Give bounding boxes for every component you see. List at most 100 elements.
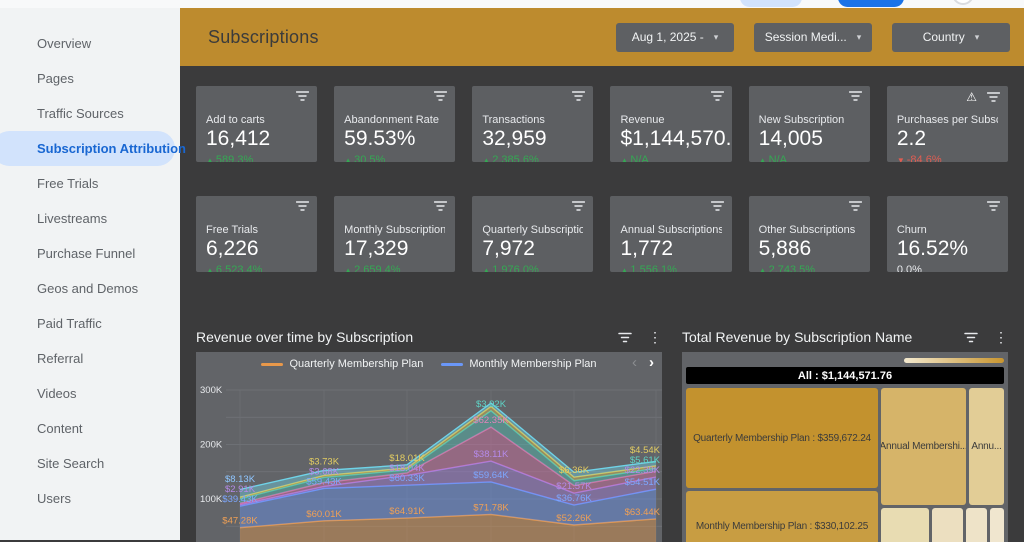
sidebar-item-content[interactable]: Content	[0, 411, 180, 446]
revenue-chart-body: Quarterly Membership Plan Monthly Members…	[196, 352, 662, 542]
svg-text:$22.39K: $22.39K	[625, 465, 661, 476]
filter-icon[interactable]	[572, 91, 585, 101]
treemap-title: Total Revenue by Subscription Name	[682, 329, 912, 345]
filter-icon[interactable]	[849, 91, 862, 101]
legend-label: Quarterly Membership Plan	[289, 358, 423, 370]
kpi-value: 16,412	[206, 127, 307, 151]
kpi-label: Free Trials	[206, 224, 307, 236]
legend-label: Monthly Membership Plan	[469, 358, 596, 370]
treemap-cell-annu[interactable]: Annu...	[969, 388, 1004, 505]
legend-next-icon[interactable]: ›	[649, 355, 654, 371]
kpi-label: Other Subscriptions	[759, 224, 860, 236]
svg-text:$62.35K: $62.35K	[473, 415, 509, 426]
sidebar-item-videos[interactable]: Videos	[0, 376, 180, 411]
sidebar-item-livestreams[interactable]: Livestreams	[0, 201, 180, 236]
filter-icon[interactable]	[572, 201, 585, 211]
sidebar-item-free-trials[interactable]: Free Trials	[0, 166, 180, 201]
filter-dropdown-aug-1-2025[interactable]: Aug 1, 2025 -▾	[616, 23, 734, 52]
sidebar-item-geos-and-demos[interactable]: Geos and Demos	[0, 271, 180, 306]
svg-text:$59.64K: $59.64K	[473, 470, 509, 481]
arrow-up-icon: ▲	[344, 156, 352, 162]
kpi-value: 5,886	[759, 237, 860, 261]
kpi-delta: ▲1,976.0%	[482, 264, 583, 272]
svg-text:100K: 100K	[200, 494, 223, 505]
revenue-over-time-panel: Revenue over time by Subscription ⋮ Quar…	[196, 324, 662, 542]
sidebar-item-purchase-funnel[interactable]: Purchase Funnel	[0, 236, 180, 271]
arrow-up-icon: ▲	[759, 266, 767, 272]
kpi-value: 7,972	[482, 237, 583, 261]
primary-pill-button[interactable]	[838, 0, 904, 7]
sidebar-item-overview[interactable]: Overview	[0, 26, 180, 61]
kpi-delta: ▲2,743.5%	[759, 264, 860, 272]
kpi-delta: ▼-84.6%	[897, 154, 998, 162]
kpi-card-annual-subscriptions: Annual Subscriptions1,772▲1,556.1%	[610, 196, 731, 272]
filter-icon[interactable]	[434, 91, 447, 101]
filter-icon[interactable]	[711, 201, 724, 211]
filter-icon[interactable]	[296, 201, 309, 211]
kpi-card-purchases-per-subscriber: ⚠Purchases per Subscriber2.2▼-84.6%	[887, 86, 1008, 162]
treemap-cell-label: Quarterly Membership Plan : $359,672.24	[693, 433, 871, 444]
kpi-delta: ▲N/A	[620, 154, 721, 162]
svg-text:$60.01K: $60.01K	[306, 509, 342, 520]
top-toolbar-strip	[0, 0, 1024, 8]
filter-dropdown-label: Country	[923, 30, 965, 44]
kebab-menu-icon[interactable]: ⋮	[994, 330, 1008, 344]
filter-icon[interactable]	[987, 201, 1000, 211]
kpi-delta: 0.0%	[897, 264, 998, 272]
filter-icon[interactable]	[618, 332, 632, 343]
sidebar-item-referral[interactable]: Referral	[0, 341, 180, 376]
treemap-body: All : $1,144,571.76 Quarterly Membership…	[682, 352, 1008, 542]
treemap-cell-quarterly-membership-plan[interactable]: Quarterly Membership Plan : $359,672.24	[686, 388, 878, 488]
sidebar-item-users[interactable]: Users	[0, 481, 180, 516]
filter-icon[interactable]	[849, 201, 862, 211]
treemap-root-cell[interactable]: All : $1,144,571.76	[686, 367, 1004, 384]
filter-icon[interactable]	[434, 201, 447, 211]
kpi-value: $1,144,570.76	[620, 127, 721, 151]
kpi-card-free-trials: Free Trials6,226▲6,523.4%	[196, 196, 317, 272]
sidebar-item-pages[interactable]: Pages	[0, 61, 180, 96]
treemap-cell-m[interactable]: M...	[966, 508, 987, 542]
sidebar-item-paid-traffic[interactable]: Paid Traffic	[0, 306, 180, 341]
filter-icon[interactable]	[987, 92, 1000, 102]
filter-dropdown-session-medi[interactable]: Session Medi... ▾	[754, 23, 872, 52]
filter-icon[interactable]	[296, 91, 309, 101]
warning-icon: ⚠	[966, 91, 977, 103]
dashboard-content: Add to carts16,412▲589.3%Abandonment Rat…	[180, 66, 1024, 540]
chevron-down-icon: ▾	[975, 32, 980, 43]
treemap-cell-ann[interactable]: Ann...	[932, 508, 963, 542]
legend-item-quarterly-membership-plan: Quarterly Membership Plan	[261, 358, 423, 370]
treemap-cell-s[interactable]: S...	[990, 508, 1004, 542]
svg-text:$64.91K: $64.91K	[389, 506, 425, 517]
kpi-label: Annual Subscriptions	[620, 224, 721, 236]
treemap-cell-annual-membershi[interactable]: Annual Membershi...	[881, 388, 966, 505]
sidebar-item-subscription-attribution[interactable]: Subscription Attribution	[0, 131, 175, 166]
svg-text:$38.11K: $38.11K	[474, 449, 509, 460]
treemap-cell-quarterly[interactable]: Quarterly...	[881, 508, 929, 542]
svg-text:$18.04K: $18.04K	[389, 463, 425, 474]
secondary-pill-button[interactable]	[740, 0, 802, 7]
treemap-color-scale	[904, 358, 1004, 363]
arrow-up-icon: ▲	[206, 266, 214, 272]
filter-dropdown-country[interactable]: Country ▾	[892, 23, 1010, 52]
filter-icon[interactable]	[711, 91, 724, 101]
account-avatar[interactable]	[952, 0, 974, 5]
sidebar-item-site-search[interactable]: Site Search	[0, 446, 180, 481]
chevron-down-icon: ▾	[857, 32, 862, 43]
legend-swatch	[441, 363, 463, 366]
kpi-row-2: Free Trials6,226▲6,523.4% Monthly Subscri…	[196, 196, 1008, 272]
treemap-cell-monthly-membership-plan[interactable]: Monthly Membership Plan : $330,102.25	[686, 491, 878, 542]
page-title: Subscriptions	[208, 27, 319, 48]
filter-icon[interactable]	[964, 332, 978, 343]
kebab-menu-icon[interactable]: ⋮	[648, 330, 662, 344]
kpi-label: Monthly Subscriptions	[344, 224, 445, 236]
filter-dropdown-label: Session Medi...	[765, 30, 847, 44]
svg-text:$52.26K: $52.26K	[556, 513, 592, 524]
svg-text:$3.68K: $3.68K	[309, 466, 340, 477]
kpi-card-revenue: Revenue$1,144,570.76▲N/A	[610, 86, 731, 162]
kpi-card-add-to-carts: Add to carts16,412▲589.3%	[196, 86, 317, 162]
header-filter-controls: Aug 1, 2025 -▾ Session Medi... ▾ Country ▾	[616, 23, 1010, 52]
sidebar-item-traffic-sources[interactable]: Traffic Sources	[0, 96, 180, 131]
arrow-up-icon: ▲	[620, 156, 628, 162]
svg-text:$6.36K: $6.36K	[559, 465, 590, 476]
legend-item-monthly-membership-plan: Monthly Membership Plan	[441, 358, 596, 370]
